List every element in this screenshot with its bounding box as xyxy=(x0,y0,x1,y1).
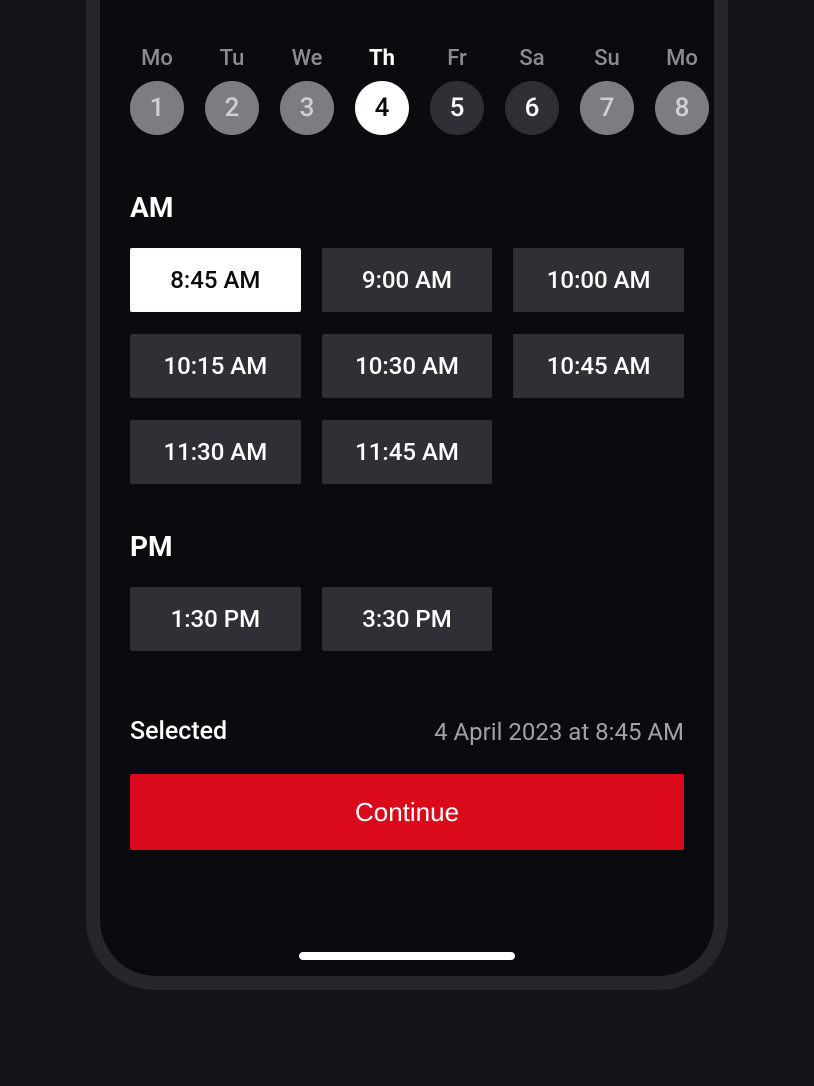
day-item[interactable]: Mo 8 xyxy=(655,46,709,135)
time-slot[interactable]: 8:45 AM xyxy=(130,248,301,312)
time-slot[interactable]: 10:45 AM xyxy=(513,334,684,398)
day-item[interactable]: Sa 6 xyxy=(505,46,559,135)
day-weekday-label: Su xyxy=(594,46,620,71)
am-time-grid: 8:45 AM 9:00 AM 10:00 AM 10:15 AM 10:30 AM 10… xyxy=(130,248,684,484)
time-slot[interactable]: 3:30 PM xyxy=(322,587,493,651)
day-weekday-label: Tu xyxy=(220,46,245,71)
day-weekday-label: Sa xyxy=(519,46,544,71)
day-weekday-label: Mo xyxy=(666,46,698,71)
day-number-circle[interactable]: 4 xyxy=(355,81,409,135)
phone-frame: Mo 1 Tu 2 We 3 Th 4 Fr 5 Sa 6 Su 7 Mo 8 AM 8:45 AM 9:00 … xyxy=(86,0,728,990)
pm-section-header: PM xyxy=(130,530,684,563)
day-number-circle[interactable]: 7 xyxy=(580,81,634,135)
continue-button[interactable]: Continue xyxy=(130,774,684,850)
time-slot[interactable]: 10:00 AM xyxy=(513,248,684,312)
home-indicator[interactable] xyxy=(299,952,515,960)
day-item[interactable]: Fr 5 xyxy=(430,46,484,135)
am-section-header: AM xyxy=(130,191,684,224)
day-number-circle[interactable]: 1 xyxy=(130,81,184,135)
selected-summary-row: Selected 4 April 2023 at 8:45 AM xyxy=(130,717,684,746)
time-slot[interactable]: 11:45 AM xyxy=(322,420,493,484)
day-weekday-label: Th xyxy=(369,46,395,71)
day-number-circle[interactable]: 8 xyxy=(655,81,709,135)
day-weekday-label: Mo xyxy=(141,46,173,71)
day-number-circle[interactable]: 2 xyxy=(205,81,259,135)
time-slot[interactable]: 9:00 AM xyxy=(322,248,493,312)
day-item[interactable]: Su 7 xyxy=(580,46,634,135)
day-number-circle[interactable]: 3 xyxy=(280,81,334,135)
day-selector-strip: Mo 1 Tu 2 We 3 Th 4 Fr 5 Sa 6 Su 7 Mo 8 xyxy=(100,0,714,135)
day-number-circle[interactable]: 5 xyxy=(430,81,484,135)
time-slot[interactable]: 10:30 AM xyxy=(322,334,493,398)
day-weekday-label: We xyxy=(292,46,323,71)
selected-value: 4 April 2023 at 8:45 AM xyxy=(434,718,684,746)
day-item[interactable]: Tu 2 xyxy=(205,46,259,135)
day-weekday-label: Fr xyxy=(447,46,467,71)
time-slot[interactable]: 11:30 AM xyxy=(130,420,301,484)
day-item[interactable]: Mo 1 xyxy=(130,46,184,135)
time-slot[interactable]: 1:30 PM xyxy=(130,587,301,651)
day-item[interactable]: We 3 xyxy=(280,46,334,135)
selected-label: Selected xyxy=(130,717,227,746)
day-item[interactable]: Th 4 xyxy=(355,46,409,135)
time-slot[interactable]: 10:15 AM xyxy=(130,334,301,398)
day-number-circle[interactable]: 6 xyxy=(505,81,559,135)
phone-screen: Mo 1 Tu 2 We 3 Th 4 Fr 5 Sa 6 Su 7 Mo 8 AM 8:45 AM 9:00 … xyxy=(100,0,714,976)
pm-time-grid: 1:30 PM 3:30 PM xyxy=(130,587,684,651)
